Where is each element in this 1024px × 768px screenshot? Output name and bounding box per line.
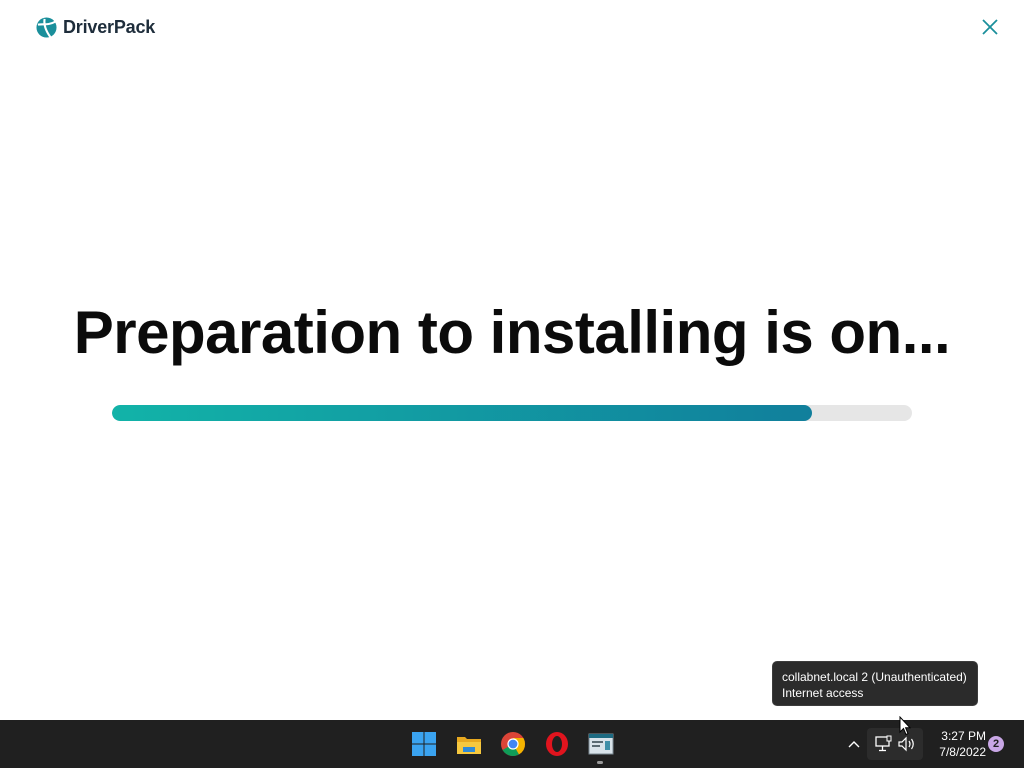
clock-date: 7/8/2022 [939,745,986,759]
folder-icon[interactable] [455,730,483,758]
driverpack-logo: DriverPack [36,17,155,38]
driverpack-logo-icon [36,17,57,38]
page-title: Preparation to installing is on... [73,299,951,366]
network-icon[interactable] [874,735,892,753]
windows-logo-icon[interactable] [410,730,438,758]
active-app-indicator [597,761,603,764]
volume-icon[interactable] [897,735,917,753]
app-window-icon[interactable] [587,730,615,758]
brand-name: DriverPack [63,17,156,37]
driverpack-window: DriverPack Preparation to installing is … [0,0,1024,720]
chrome-icon[interactable] [499,730,527,758]
mouse-cursor-icon [899,716,911,736]
network-tooltip: collabnet.local 2 (Unauthenticated) Inte… [772,661,978,706]
chevron-up-icon[interactable] [846,736,862,752]
notification-badge[interactable]: 2 [988,736,1004,752]
clock-time: 3:27 PM [941,729,986,743]
tooltip-network-status: Internet access [782,686,864,700]
system-clock[interactable]: 3:27 PM 7/8/2022 [926,728,986,760]
close-icon[interactable] [979,16,1001,38]
tooltip-network-name: collabnet.local 2 (Unauthenticated) [782,670,967,684]
progress-bar [112,405,912,421]
progress-bar-fill [112,405,812,421]
taskbar: 3:27 PM 7/8/2022 2 [0,720,1024,768]
opera-icon[interactable] [543,730,571,758]
